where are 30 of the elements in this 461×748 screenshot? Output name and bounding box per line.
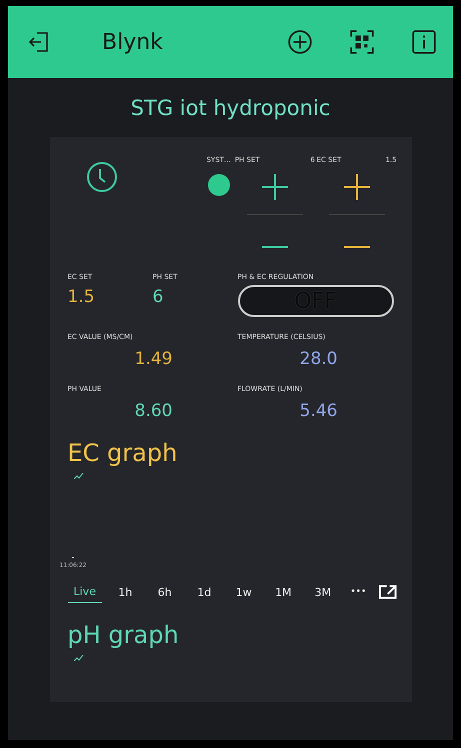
expand-icon[interactable] [378, 584, 398, 600]
info-icon[interactable] [411, 29, 437, 55]
more-button[interactable]: ••• [346, 583, 370, 601]
period-tab[interactable]: 6h [149, 582, 181, 602]
chart-icon [74, 473, 84, 479]
project-title: STG iot hydroponic [130, 96, 330, 120]
qr-code-icon[interactable] [349, 29, 375, 55]
period-tab[interactable]: 1M [268, 582, 300, 602]
period-tab[interactable]: 1h [110, 582, 142, 602]
graph-title: EC graph [68, 439, 178, 467]
widget-value: 5.46 [300, 401, 338, 421]
graph-title: pH graph [68, 621, 180, 649]
chart-icon [74, 655, 84, 661]
period-tab[interactable]: 1d [188, 582, 220, 602]
clock-icon[interactable] [86, 161, 118, 193]
widget-value: 1.5 [68, 287, 96, 307]
period-tab[interactable]: 3M [307, 582, 339, 602]
period-tab[interactable]: 1w [228, 582, 260, 602]
plus-icon[interactable] [342, 172, 372, 202]
app-title: Blynk [102, 30, 163, 54]
widget-value: 28.0 [300, 349, 338, 369]
minus-icon[interactable] [262, 245, 288, 249]
status-led[interactable] [208, 174, 230, 196]
widget-value: 6 [152, 287, 164, 307]
plus-icon[interactable] [260, 172, 290, 202]
add-icon[interactable] [287, 29, 313, 55]
minus-icon[interactable] [344, 245, 370, 249]
widget-value: 1.49 [134, 349, 172, 369]
period-tab[interactable]: Live [68, 581, 102, 603]
widget-value: 8.60 [134, 401, 172, 421]
